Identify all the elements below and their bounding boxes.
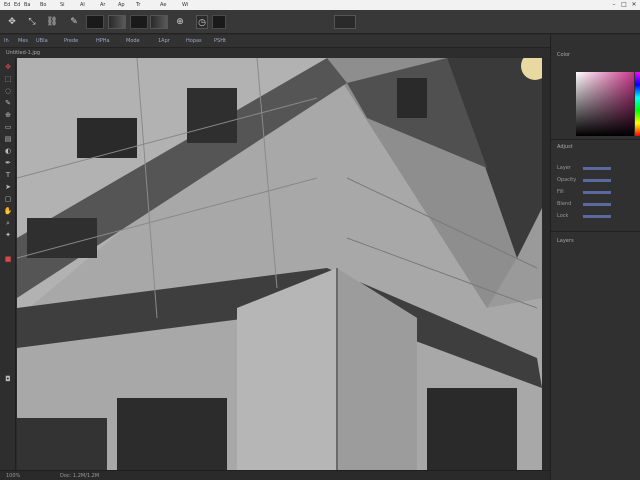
right-panel: Color Adjust Layer Opacity Fill Blend Lo… [550, 35, 640, 480]
menu-item[interactable]: Ap [118, 1, 125, 9]
tool-option-box[interactable] [270, 15, 284, 29]
link-icon[interactable]: ⛓ [46, 15, 58, 29]
stamp-icon[interactable]: ⊕ [174, 15, 186, 29]
close-button[interactable]: ✕ [630, 0, 638, 9]
path-select-icon[interactable]: ➤ [3, 182, 13, 192]
brush-preset-icon[interactable]: ✎ [68, 15, 80, 29]
option-link[interactable]: 1Apr [158, 38, 170, 45]
doc-size: Doc: 1.2M/1.2M [60, 473, 100, 479]
move-icon[interactable]: ✥ [3, 62, 13, 72]
minimize-button[interactable]: – [610, 0, 618, 9]
color-picker[interactable] [576, 72, 634, 136]
brush-icon[interactable]: ✎ [3, 98, 13, 108]
menu-item[interactable]: Ar [100, 1, 105, 9]
building-photo [17, 58, 542, 470]
menu-item[interactable]: Bo [40, 1, 47, 9]
property-row[interactable]: Lock [557, 213, 637, 220]
panel-divider [551, 139, 640, 140]
dodge-icon[interactable]: ◐ [3, 146, 13, 156]
menu-item[interactable]: Ae [160, 1, 166, 9]
image-canvas[interactable] [17, 58, 542, 470]
option-link[interactable]: Mode [126, 38, 140, 45]
option-link[interactable]: Mes [18, 38, 28, 45]
text-icon[interactable]: T [3, 170, 13, 180]
property-row[interactable]: Layer [557, 165, 637, 172]
options-bar: ✥ ⤡ ⛓ ✎ ⊕ ◷ [0, 10, 640, 34]
menu-bar: Ed Ed Ba Bo Si Al Ar Ap Tr Ae Wi – □ ✕ [0, 0, 640, 10]
gradient-icon[interactable]: ▤ [3, 134, 13, 144]
eyedropper-icon[interactable]: ✦ [3, 230, 13, 240]
move-arrow-icon[interactable]: ✥ [6, 15, 18, 29]
menu-item[interactable]: Ed [14, 1, 20, 9]
tool-option-box[interactable] [150, 15, 168, 29]
foreground-color-icon[interactable]: ■ [3, 254, 13, 264]
layers-panel-header[interactable]: Layers [557, 237, 574, 245]
tool-option-box[interactable] [212, 15, 226, 29]
option-link[interactable]: HPHa [96, 38, 110, 45]
status-bar: 100% Doc: 1.2M/1.2M [0, 470, 550, 480]
menu-item[interactable]: Tr [136, 1, 140, 9]
secondary-options-bar: Ih Mes UBIa Prede HPHa Mode 1Apr Hopas P… [0, 35, 550, 48]
option-link[interactable]: Ih [4, 38, 9, 45]
menu-item[interactable]: Wi [182, 1, 188, 9]
menu-item[interactable]: Si [60, 1, 65, 9]
mask-icon[interactable]: ◘ [3, 374, 13, 384]
document-tab[interactable]: Untitled-1.jpg [6, 49, 40, 57]
shape-icon[interactable]: ▢ [3, 194, 13, 204]
hand-icon[interactable]: ✋ [3, 206, 13, 216]
option-link[interactable]: PSHt [214, 38, 226, 45]
maximize-button[interactable]: □ [620, 0, 628, 9]
hue-slider[interactable] [635, 72, 640, 136]
tool-option-box[interactable] [86, 15, 104, 29]
marquee-icon[interactable]: ⬚ [3, 74, 13, 84]
tools-panel: ✥ ⬚ ◌ ✎ ⊕ ▭ ▤ ◐ ✒ T ➤ ▢ ✋ ⌕ ✦ ■ ◘ [0, 58, 16, 470]
menu-item[interactable]: Al [80, 1, 85, 9]
property-row[interactable]: Blend [557, 201, 637, 208]
stamp-icon[interactable]: ⊕ [3, 110, 13, 120]
color-panel-header[interactable]: Color [557, 51, 570, 59]
option-link[interactable]: Hopas [186, 38, 202, 45]
tool-option-box[interactable] [334, 15, 356, 29]
lasso-icon[interactable]: ◌ [3, 86, 13, 96]
pen-icon[interactable]: ✒ [3, 158, 13, 168]
tool-option-box[interactable] [108, 15, 126, 29]
tool-option-box[interactable] [130, 15, 148, 29]
zoom-level[interactable]: 100% [6, 472, 20, 480]
menu-item[interactable]: Ba [24, 1, 31, 9]
option-link[interactable]: Prede [64, 38, 78, 45]
document-tab-bar: Untitled-1.jpg [0, 48, 550, 58]
menu-item[interactable]: Ed [4, 1, 10, 9]
panel-divider [551, 231, 640, 232]
tool-option-box[interactable] [300, 15, 314, 29]
clock-icon[interactable]: ◷ [196, 15, 208, 29]
tool-option-box[interactable] [236, 15, 250, 29]
eraser-icon[interactable]: ▭ [3, 122, 13, 132]
adjust-panel-header[interactable]: Adjust [557, 143, 573, 151]
scale-icon[interactable]: ⤡ [26, 15, 38, 29]
property-row[interactable]: Fill [557, 189, 637, 196]
property-row[interactable]: Opacity [557, 177, 637, 184]
zoom-icon[interactable]: ⌕ [3, 218, 13, 228]
option-link[interactable]: UBIa [36, 38, 48, 45]
